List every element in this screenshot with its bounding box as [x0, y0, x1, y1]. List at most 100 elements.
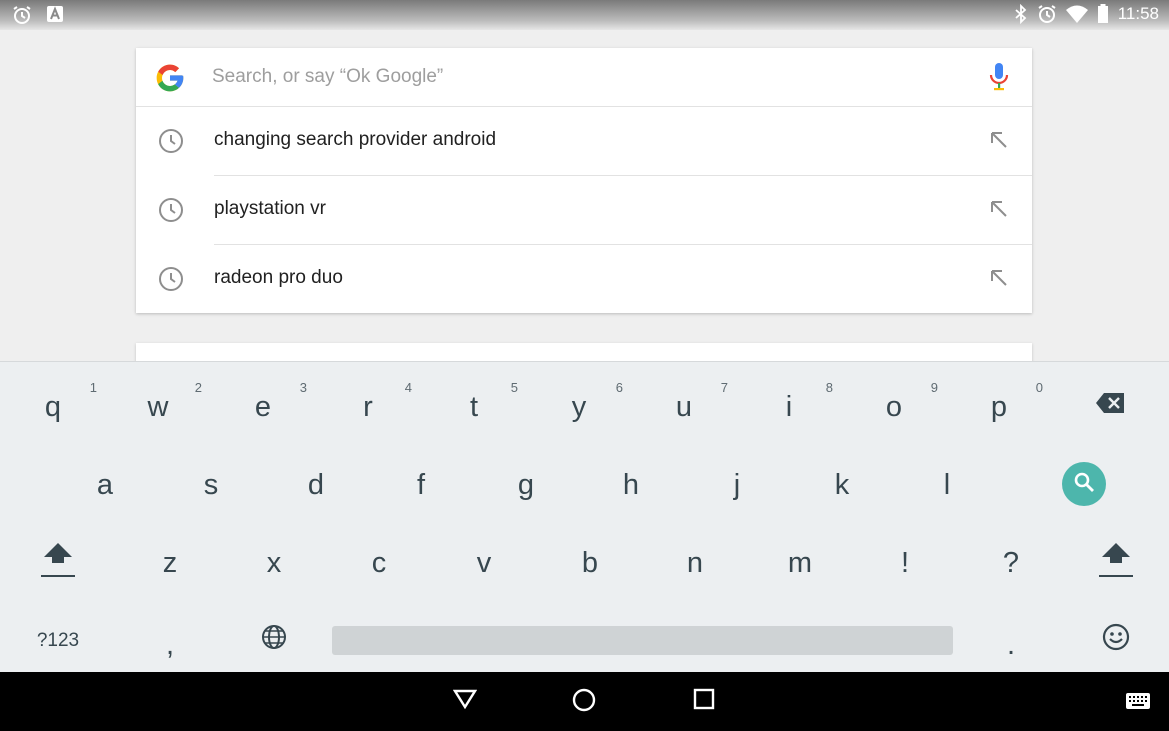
key-p[interactable]: p0	[949, 372, 1049, 442]
key-label: g	[517, 468, 535, 501]
key-h[interactable]: h	[581, 450, 681, 520]
backspace-key[interactable]	[1060, 370, 1160, 440]
key-label: ?	[1002, 546, 1020, 579]
wifi-icon	[1065, 5, 1088, 23]
suggestion-item[interactable]: changing search provider android	[136, 107, 1032, 176]
suggestion-text: radeon pro duo	[214, 267, 343, 288]
key-d[interactable]: d	[266, 450, 366, 520]
key-label: f	[416, 468, 426, 501]
key-u[interactable]: u7	[634, 372, 734, 442]
soft-keyboard: q1 w2 e3 r4 t5 y6 u7 i8 o9 p0 a s d f g …	[0, 361, 1169, 673]
key-label: u	[675, 390, 693, 423]
fill-query-arrow-icon[interactable]	[990, 131, 1008, 154]
search-card: changing search provider android playsta…	[136, 48, 1032, 313]
status-clock: 11:58	[1117, 4, 1159, 23]
spacebar[interactable]	[332, 626, 953, 655]
key-label: x	[266, 546, 282, 579]
key-hint: 2	[194, 380, 202, 395]
key-hint: 3	[299, 380, 307, 395]
back-triangle-icon[interactable]	[452, 688, 478, 715]
history-clock-icon	[158, 197, 184, 228]
backspace-icon	[1095, 389, 1125, 422]
key-label: s	[203, 468, 219, 501]
suggestion-item[interactable]: playstation vr	[136, 176, 1032, 245]
key-label: o	[885, 390, 903, 423]
key-label: b	[581, 546, 599, 579]
key-question[interactable]: ?	[961, 528, 1061, 598]
key-o[interactable]: o9	[844, 372, 944, 442]
status-bar: 11:58	[0, 0, 1169, 30]
fill-query-arrow-icon[interactable]	[990, 200, 1008, 223]
key-label: l	[943, 468, 951, 501]
key-label: !	[900, 546, 910, 579]
key-label: n	[686, 546, 704, 579]
key-y[interactable]: y6	[529, 372, 629, 442]
key-label: j	[733, 468, 741, 501]
alarm-icon	[12, 5, 32, 25]
key-hint: 9	[930, 380, 938, 395]
battery-icon	[1097, 4, 1109, 24]
shift-key-right[interactable]	[1066, 528, 1166, 598]
key-w[interactable]: w2	[108, 372, 208, 442]
fill-query-arrow-icon[interactable]	[990, 269, 1008, 292]
shift-icon	[40, 535, 76, 591]
key-comma[interactable]: ,	[120, 610, 220, 680]
key-a[interactable]: a	[55, 450, 155, 520]
shift-key-left[interactable]	[8, 528, 108, 598]
key-hint: 7	[720, 380, 728, 395]
key-f[interactable]: f	[371, 450, 471, 520]
key-label: z	[162, 546, 178, 579]
key-k[interactable]: k	[792, 450, 892, 520]
symbols-key[interactable]: ?123	[8, 606, 108, 676]
globe-icon	[261, 624, 287, 658]
emoji-key[interactable]	[1066, 606, 1166, 676]
key-t[interactable]: t5	[424, 372, 524, 442]
key-label: y	[571, 390, 587, 423]
key-label: q	[44, 390, 62, 423]
key-s[interactable]: s	[161, 450, 261, 520]
microphone-icon[interactable]	[988, 62, 1010, 97]
key-label: r	[363, 390, 373, 423]
key-j[interactable]: j	[687, 450, 787, 520]
key-label: e	[254, 390, 272, 423]
key-v[interactable]: v	[434, 528, 534, 598]
search-action-key[interactable]	[1062, 462, 1106, 506]
suggestion-text: changing search provider android	[214, 129, 497, 150]
key-hint: 8	[825, 380, 833, 395]
key-label: h	[622, 468, 640, 501]
key-b[interactable]: b	[540, 528, 640, 598]
key-hint: 1	[89, 380, 97, 395]
suggestion-text: playstation vr	[214, 198, 326, 219]
key-hint: 5	[510, 380, 518, 395]
key-label: ,	[165, 628, 175, 661]
key-q[interactable]: q1	[3, 372, 103, 442]
key-n[interactable]: n	[645, 528, 745, 598]
google-g-icon	[154, 62, 186, 99]
key-label: ?123	[36, 630, 80, 651]
emoji-icon	[1102, 623, 1130, 659]
suggestion-item[interactable]: radeon pro duo	[136, 245, 1032, 314]
key-e[interactable]: e3	[213, 372, 313, 442]
home-circle-icon[interactable]	[572, 688, 596, 717]
key-label: a	[96, 468, 114, 501]
key-label: i	[785, 390, 793, 423]
bluetooth-icon	[1014, 4, 1028, 24]
key-period[interactable]: .	[961, 610, 1061, 680]
key-label: w	[147, 390, 169, 423]
key-z[interactable]: z	[120, 528, 220, 598]
history-clock-icon	[158, 128, 184, 159]
navigation-bar	[0, 672, 1169, 731]
key-x[interactable]: x	[224, 528, 324, 598]
search-input[interactable]	[212, 62, 972, 92]
key-exclamation[interactable]: !	[855, 528, 955, 598]
key-i[interactable]: i8	[739, 372, 839, 442]
key-l[interactable]: l	[897, 450, 997, 520]
key-c[interactable]: c	[329, 528, 429, 598]
key-g[interactable]: g	[476, 450, 576, 520]
key-m[interactable]: m	[750, 528, 850, 598]
key-r[interactable]: r4	[318, 372, 418, 442]
language-key[interactable]	[224, 606, 324, 676]
keyboard-switch-icon[interactable]	[1125, 692, 1151, 715]
recents-square-icon[interactable]	[693, 688, 715, 715]
alarm-icon	[1037, 4, 1057, 24]
